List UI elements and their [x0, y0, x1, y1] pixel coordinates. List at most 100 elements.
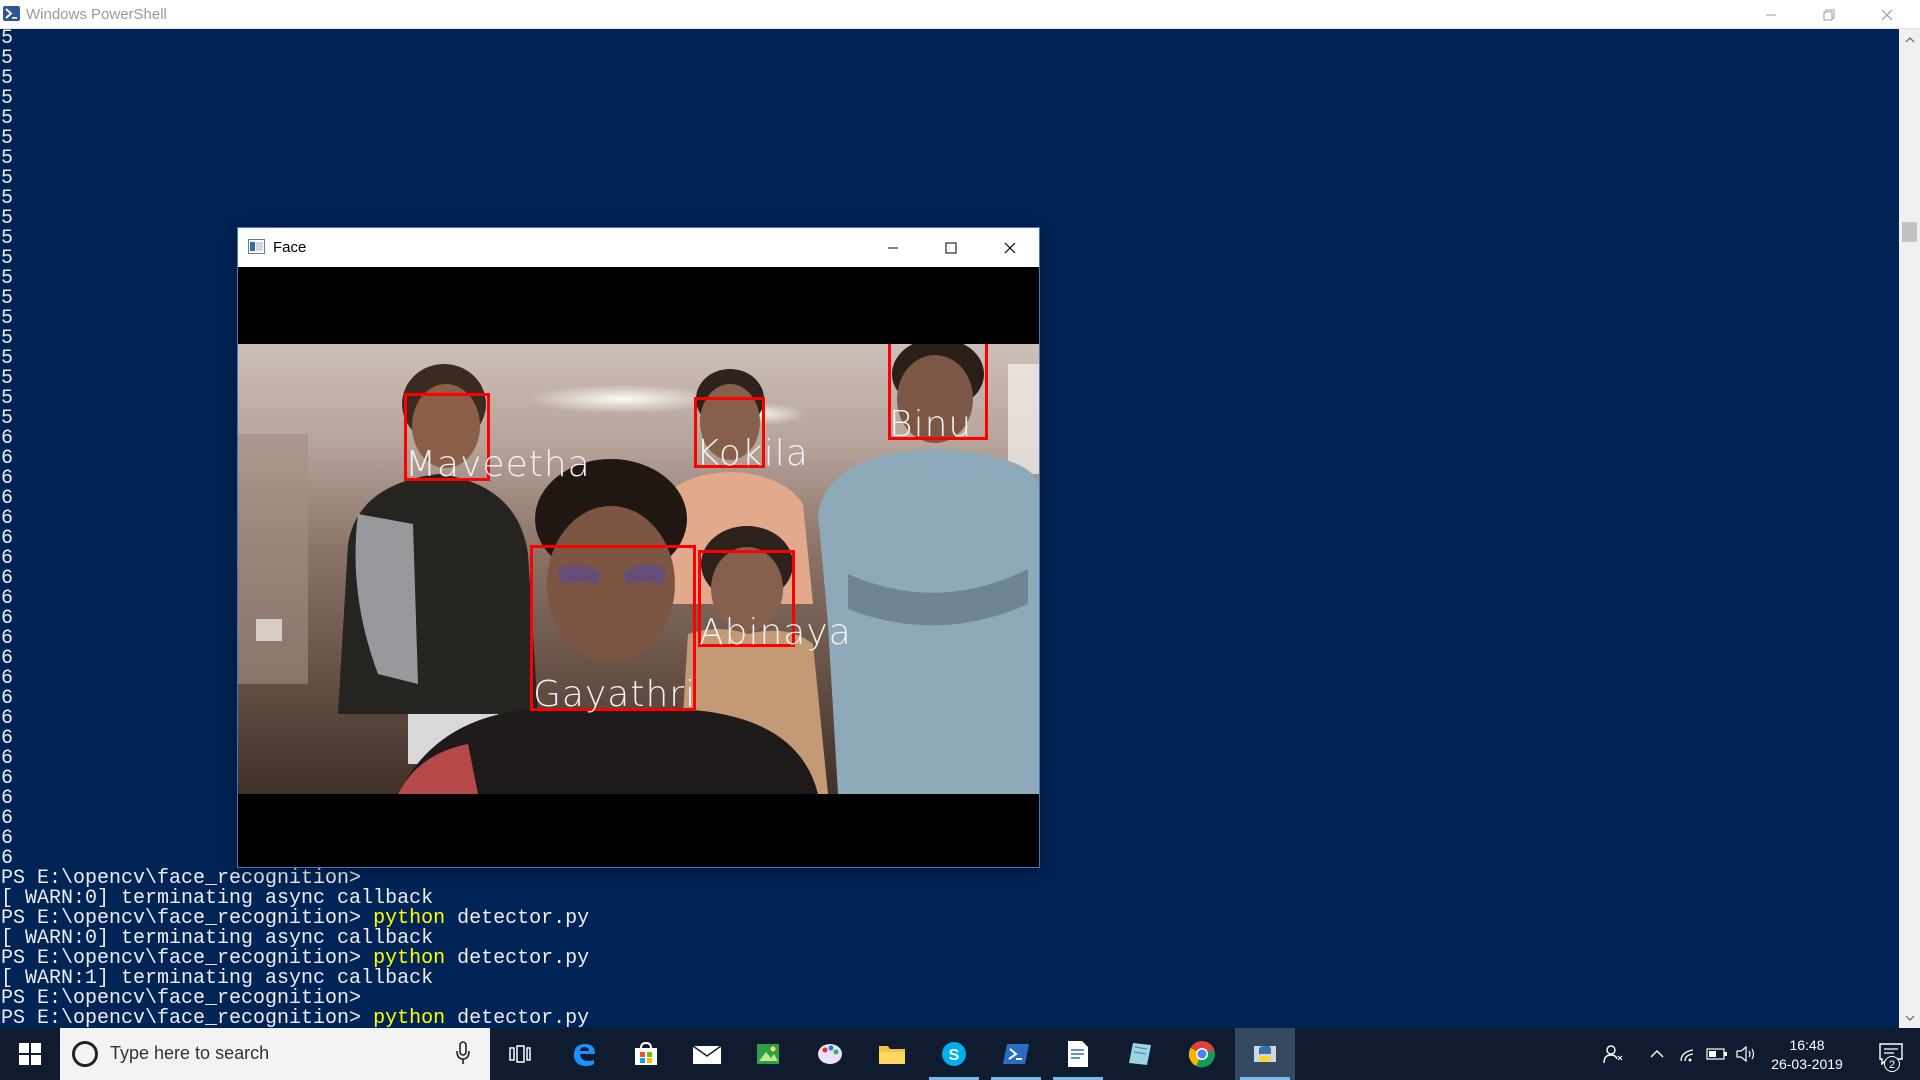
store-app[interactable]: [616, 1028, 676, 1080]
edge-app[interactable]: [554, 1028, 614, 1080]
chevron-up-icon: [1650, 1050, 1664, 1058]
console-line: 5: [1, 187, 14, 210]
face-maximize-button[interactable]: [922, 228, 980, 267]
file-explorer-icon: [879, 1046, 905, 1064]
console-prompt-line: [ WARN:1] terminating async callback: [1, 967, 434, 990]
restore-button[interactable]: [1800, 0, 1858, 29]
face-label-gayathri: Gayathri: [533, 674, 697, 715]
restore-icon: [1823, 9, 1835, 20]
photos-app[interactable]: [738, 1028, 798, 1080]
console-prompt-line: [ WARN:0] terminating async callback: [1, 887, 434, 910]
console-prompt-line: PS E:\opencv\face_recognition> python de…: [1, 1007, 590, 1029]
powershell-icon: [1003, 1044, 1029, 1064]
battery-button[interactable]: [1704, 1028, 1730, 1080]
console-line: 5: [1, 87, 14, 110]
face-close-button[interactable]: [981, 228, 1039, 267]
show-hidden-icons-button[interactable]: [1645, 1028, 1669, 1080]
console-command: python: [373, 1007, 446, 1029]
face-window[interactable]: Face Maveetha Kokila Binu Gayathri Abina…: [237, 227, 1040, 868]
paint-icon: [818, 1044, 842, 1064]
chevron-down-icon: [1905, 1015, 1914, 1021]
chevron-up-icon: [1905, 36, 1914, 42]
face-label-binu: Binu: [889, 404, 973, 445]
chrome-app[interactable]: [1172, 1028, 1232, 1080]
close-icon: [1004, 242, 1016, 253]
console-line: 5: [1, 147, 14, 170]
notification-badge: 2: [1884, 1056, 1900, 1072]
paper-app[interactable]: [1110, 1028, 1170, 1080]
mail-icon: [692, 1045, 722, 1064]
python-icon: [1254, 1046, 1276, 1062]
face-titlebar[interactable]: Face: [238, 228, 1039, 267]
task-view-button[interactable]: [490, 1028, 550, 1080]
file-explorer-app[interactable]: [862, 1028, 922, 1080]
chrome-icon: [1188, 1041, 1215, 1068]
people-icon: [1603, 1045, 1623, 1064]
paint-app[interactable]: [800, 1028, 860, 1080]
network-button[interactable]: [1676, 1028, 1700, 1080]
start-button[interactable]: [0, 1028, 60, 1080]
console-prompt-line: PS E:\opencv\face_recognition>: [1, 867, 362, 890]
clock-time: 16:48: [1789, 1037, 1825, 1053]
console-line: 5: [1, 127, 14, 150]
minimize-button[interactable]: [1742, 0, 1800, 29]
python-app[interactable]: [1235, 1028, 1295, 1080]
console-prompt-line: PS E:\opencv\face_recognition> python de…: [1, 947, 590, 970]
face-label-maveetha: Maveetha: [405, 444, 591, 485]
scroll-down-arrow[interactable]: [1899, 1007, 1920, 1028]
console-prompt-line: [ WARN:0] terminating async callback: [1, 927, 434, 950]
powershell-app[interactable]: [986, 1028, 1046, 1080]
scroll-thumb[interactable]: [1902, 222, 1917, 242]
photos-icon: [757, 1044, 779, 1064]
face-label-kokila: Kokila: [696, 433, 809, 474]
task-view-icon: [509, 1045, 531, 1063]
people-button[interactable]: [1598, 1028, 1628, 1080]
windows-logo-icon: [19, 1043, 41, 1065]
paper-icon: [1129, 1043, 1151, 1065]
volume-button[interactable]: [1734, 1028, 1758, 1080]
console-line: 5: [1, 207, 14, 230]
skype-app[interactable]: S: [924, 1028, 984, 1080]
clock-date: 26-03-2019: [1771, 1056, 1843, 1072]
store-icon: [635, 1041, 657, 1065]
close-icon: [1881, 9, 1893, 20]
notepad-app[interactable]: [1048, 1028, 1108, 1080]
clock[interactable]: 16:48 26-03-2019: [1757, 1036, 1857, 1074]
face-minimize-button[interactable]: [864, 228, 922, 267]
console-prompt-line: PS E:\opencv\face_recognition> python de…: [1, 907, 590, 930]
taskbar: Type here to search S 16:48 26-03-2019 2: [0, 1028, 1920, 1080]
search-placeholder: Type here to search: [110, 1043, 270, 1063]
microphone-icon[interactable]: [456, 1041, 470, 1065]
mail-app[interactable]: [677, 1028, 737, 1080]
vertical-scrollbar[interactable]: [1899, 29, 1920, 1028]
battery-icon: [1706, 1048, 1727, 1060]
speaker-icon: [1736, 1046, 1755, 1062]
maximize-icon: [945, 242, 957, 253]
window-title: Windows PowerShell: [26, 6, 167, 23]
face-label-abinaya: Abinaya: [699, 612, 852, 653]
window-app-icon: [248, 239, 265, 254]
console-line: 5: [1, 167, 14, 190]
face-window-title: Face: [273, 239, 307, 256]
console-line: 5: [1, 29, 14, 50]
powershell-icon: [3, 6, 20, 21]
minimize-icon: [888, 247, 898, 248]
close-button[interactable]: [1858, 0, 1916, 29]
camera-canvas: Maveetha Kokila Binu Gayathri Abinaya: [238, 267, 1039, 867]
console-line: 5: [1, 67, 14, 90]
scroll-up-arrow[interactable]: [1899, 29, 1920, 50]
action-center-button[interactable]: [1862, 1028, 1920, 1080]
search-box[interactable]: Type here to search: [60, 1028, 490, 1080]
wifi-icon: [1680, 1049, 1694, 1062]
powershell-titlebar[interactable]: Windows PowerShell: [0, 0, 1920, 29]
notepad-icon: [1068, 1041, 1088, 1067]
cortana-icon: [72, 1041, 98, 1067]
skype-icon: S: [942, 1042, 966, 1066]
console-line: 5: [1, 47, 14, 70]
console-line: 5: [1, 107, 14, 130]
edge-icon: [574, 1044, 595, 1066]
minimize-icon: [1766, 14, 1776, 15]
camera-frame: Maveetha Kokila Binu Gayathri Abinaya: [238, 344, 1039, 794]
console-prompt-line: PS E:\opencv\face_recognition>: [1, 987, 362, 1010]
svg-text:S: S: [949, 1047, 960, 1064]
